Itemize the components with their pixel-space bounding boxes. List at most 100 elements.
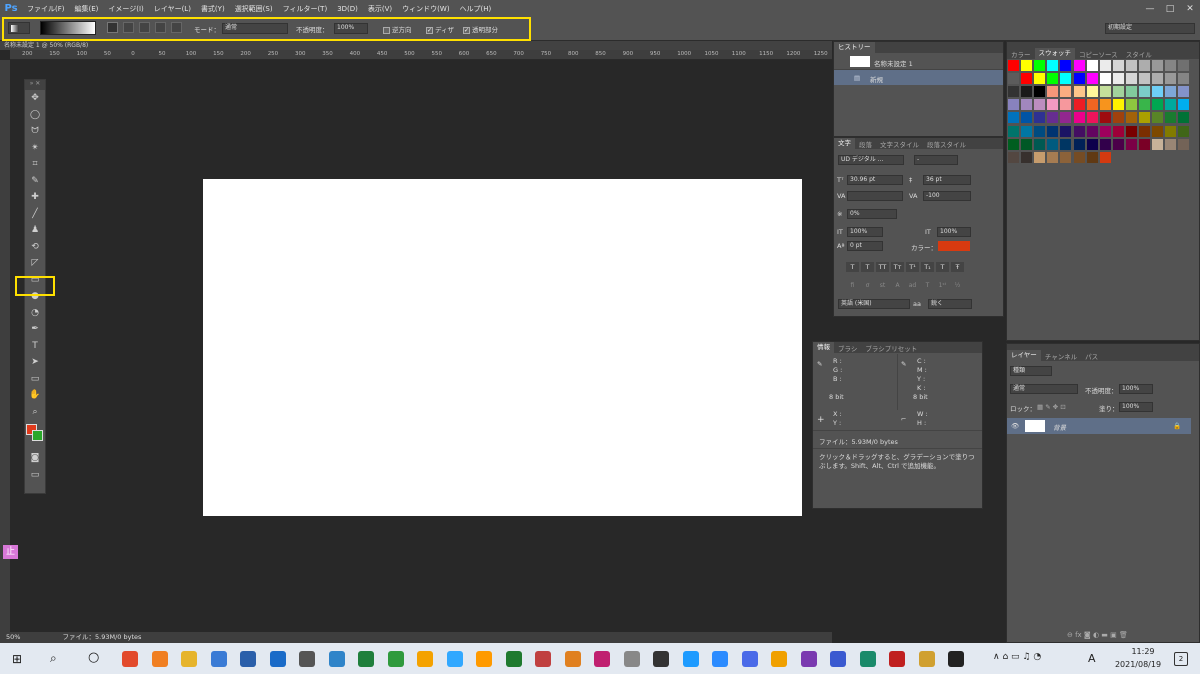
color-swatch[interactable]	[1125, 60, 1137, 71]
opentype-button[interactable]: A	[891, 281, 904, 291]
tracking-field[interactable]: -100	[923, 191, 971, 201]
color-swatch[interactable]	[1021, 125, 1033, 137]
color-swatch[interactable]	[1139, 112, 1150, 124]
menu-image[interactable]: イメージ(I)	[103, 4, 148, 14]
color-swatch[interactable]	[1073, 125, 1085, 137]
eyedropper-tool-icon[interactable]: ✎	[25, 173, 45, 190]
color-swatch[interactable]	[1139, 125, 1150, 137]
color-swatch[interactable]	[1008, 151, 1019, 163]
taskbar-app-icon[interactable]	[771, 651, 787, 667]
background-color-swatch[interactable]	[32, 430, 43, 441]
clock-time[interactable]: 11:29	[1120, 647, 1166, 656]
color-swatch[interactable]	[1112, 99, 1124, 111]
kerning-field[interactable]	[847, 191, 903, 201]
tab-swatch-2[interactable]: コピーソース	[1075, 49, 1122, 59]
taskbar-app-icon[interactable]	[476, 651, 492, 667]
text-color-swatch[interactable]	[938, 241, 970, 251]
opentype-button[interactable]: 1ˢᵗ	[936, 281, 949, 291]
stamp-tool-icon[interactable]: ♟	[25, 222, 45, 239]
color-swatch[interactable]	[1125, 112, 1137, 124]
color-swatch[interactable]	[1178, 138, 1190, 150]
type-tool-icon[interactable]: T	[25, 338, 45, 355]
tab-info-0[interactable]: 情報	[813, 342, 834, 353]
color-swatch[interactable]	[1139, 86, 1150, 98]
color-swatch[interactable]	[1178, 99, 1190, 111]
char-style-button[interactable]: T	[936, 262, 949, 272]
history-state[interactable]: ▤ 新規	[834, 70, 1003, 85]
color-swatch[interactable]	[1178, 112, 1190, 124]
color-swatch[interactable]	[1034, 151, 1046, 163]
char-style-button[interactable]: T	[861, 262, 874, 272]
color-swatch[interactable]	[1152, 138, 1164, 150]
char-style-button[interactable]: Ŧ	[951, 262, 964, 272]
workspace-select[interactable]: 初期設定	[1105, 23, 1195, 34]
tab-layer-1[interactable]: チャンネル	[1041, 351, 1081, 361]
color-swatch[interactable]	[1047, 73, 1059, 85]
color-swatch[interactable]	[1086, 138, 1098, 150]
color-swatch[interactable]	[1034, 138, 1046, 150]
color-picker[interactable]	[25, 420, 45, 450]
tray-icons[interactable]: ∧ ⌂ ▭ ♫ ◔	[993, 652, 1041, 662]
tab-history[interactable]: ヒストリー	[834, 42, 875, 53]
tab-info-1[interactable]: ブラシ	[834, 343, 861, 353]
color-swatch[interactable]	[1099, 112, 1111, 124]
leading-field[interactable]: 36 pt	[923, 175, 971, 185]
blend-mode-select[interactable]: 通常	[1010, 384, 1078, 394]
pen-tool-icon[interactable]: ✒	[25, 321, 45, 338]
crop-tool-icon[interactable]: ⌗	[25, 156, 45, 173]
lasso-tool-icon[interactable]: ᗢ	[25, 123, 45, 140]
color-swatch[interactable]	[1021, 86, 1033, 98]
taskbar-app-icon[interactable]	[859, 651, 876, 667]
color-swatch[interactable]	[1021, 99, 1033, 111]
color-swatch[interactable]	[1099, 86, 1111, 98]
opentype-button[interactable]: st	[876, 281, 889, 291]
color-swatch[interactable]	[1165, 86, 1177, 98]
search-icon[interactable]: ⌕	[50, 651, 57, 666]
tab-layer-0[interactable]: レイヤー	[1007, 350, 1041, 361]
char-style-button[interactable]: T₁	[921, 262, 934, 272]
color-swatch[interactable]	[1125, 99, 1137, 111]
taskbar-app-icon[interactable]	[682, 651, 699, 667]
menu-select[interactable]: 選択範囲(S)	[230, 4, 278, 14]
color-swatch[interactable]	[1034, 60, 1046, 71]
taskbar-app-icon[interactable]	[328, 651, 345, 667]
opentype-button[interactable]: ½	[951, 281, 964, 291]
menu-edit[interactable]: 編集(E)	[70, 4, 104, 14]
close-button[interactable]: ✕	[1180, 4, 1200, 14]
color-swatch[interactable]	[1165, 73, 1177, 85]
taskbar-app-icon[interactable]	[564, 651, 581, 667]
color-swatch[interactable]	[1073, 99, 1085, 111]
taskbar-app-icon[interactable]	[653, 651, 669, 667]
char-style-button[interactable]: T	[846, 262, 859, 272]
menu-type[interactable]: 書式(Y)	[196, 4, 230, 14]
taskbar-app-icon[interactable]	[623, 651, 640, 667]
layer-row-background[interactable]: 👁 背景 🔒	[1007, 418, 1191, 434]
color-swatch[interactable]	[1060, 73, 1072, 85]
healing-tool-icon[interactable]: ✚	[25, 189, 45, 206]
language-select[interactable]: 英語 (米国)	[838, 299, 910, 309]
color-swatch[interactable]	[1152, 86, 1164, 98]
document-tab[interactable]: 名称未設定 1 @ 50% (RGB/8)	[0, 41, 832, 50]
color-swatch[interactable]	[1125, 86, 1137, 98]
color-swatch[interactable]	[1047, 99, 1059, 111]
font-style-select[interactable]: -	[914, 155, 958, 165]
menu-window[interactable]: ウィンドウ(W)	[397, 4, 454, 14]
color-swatch[interactable]	[1047, 138, 1059, 150]
color-swatch[interactable]	[1086, 112, 1098, 124]
color-swatch[interactable]	[1008, 112, 1019, 124]
taskbar-app-icon[interactable]	[948, 651, 964, 667]
taskbar-app-icon[interactable]	[889, 651, 905, 667]
taskbar-app-icon[interactable]	[918, 651, 935, 667]
color-swatch[interactable]	[1047, 112, 1059, 124]
baseline-shift-field[interactable]: 0 pt	[847, 241, 883, 251]
color-swatch[interactable]	[1073, 112, 1085, 124]
vertical-scale-field[interactable]: 100%	[847, 227, 883, 237]
move-tool-icon[interactable]: ✥	[25, 90, 45, 107]
minimize-button[interactable]: —	[1140, 4, 1160, 14]
tab-swatch-1[interactable]: スウォッチ	[1034, 48, 1075, 59]
color-swatch[interactable]	[1152, 125, 1164, 137]
layer-footer-icons[interactable]: ⊖ fx ◙ ◐ ▬ ▣ 🗑	[1067, 631, 1128, 639]
lock-icons[interactable]: ▦ ✎ ✥ ⊡	[1037, 403, 1066, 411]
color-swatch[interactable]	[1060, 86, 1072, 98]
color-swatch[interactable]	[1008, 86, 1019, 98]
